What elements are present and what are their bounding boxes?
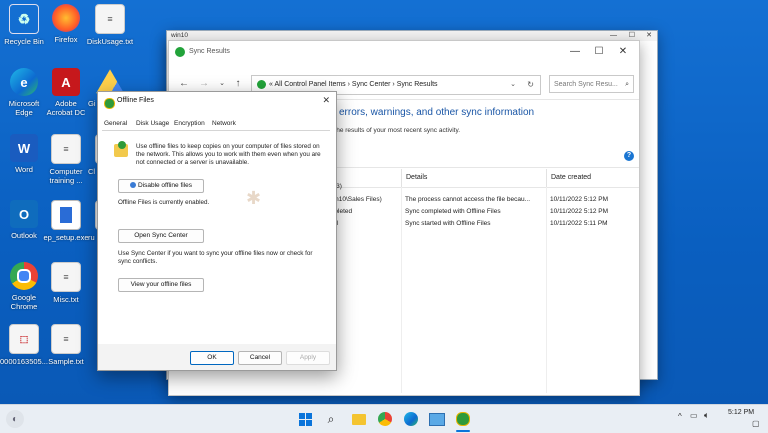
column-header-details[interactable]: Details: [401, 169, 546, 187]
desktop: ♻ Recycle Bin Firefox ≡ DiskUsage.txt e …: [0, 0, 768, 404]
refresh-icon[interactable]: ↻: [527, 76, 534, 94]
open-sync-center-button[interactable]: Open Sync Center: [118, 229, 204, 243]
text-file-icon: ≡: [51, 324, 81, 354]
address-dropdown-icon[interactable]: ⌄: [510, 76, 516, 94]
file-explorer-icon[interactable]: [350, 410, 368, 428]
page-subtext: e the results of your most recent sync a…: [329, 127, 461, 134]
widgets-icon[interactable]: ◐: [6, 410, 24, 428]
control-panel-icon[interactable]: [428, 410, 446, 428]
word-icon: W: [10, 134, 38, 162]
recycle-bin-icon: ♻: [9, 4, 39, 34]
desktop-icon-outlook[interactable]: O Outlook: [0, 200, 48, 240]
edge-icon: e: [10, 68, 38, 96]
desktop-icon-ep-setup[interactable]: ep_setup.exe: [42, 200, 90, 242]
ok-button[interactable]: OK: [190, 351, 234, 365]
taskbar: ◐ ⌕ ^ ▭ 🔈︎ 5:12 PM ▢: [0, 404, 768, 433]
breadcrumb-sync-center[interactable]: Sync Center: [352, 81, 391, 88]
apply-button[interactable]: Apply: [286, 351, 330, 365]
tab-network[interactable]: Network: [212, 119, 236, 129]
desktop-icon-word[interactable]: W Word: [0, 134, 48, 174]
breadcrumb-sync-results[interactable]: Sync Results: [397, 81, 438, 88]
search-icon[interactable]: ⌕: [322, 410, 340, 428]
show-hidden-icons-icon[interactable]: ^: [678, 412, 682, 421]
outer-close-button[interactable]: ✕: [646, 31, 652, 41]
desktop-icon-pdf-file[interactable]: ⬚ 0000163505...: [0, 324, 48, 366]
status-text: Offline Files is currently enabled.: [118, 199, 210, 206]
sync-center-icon[interactable]: [454, 410, 472, 428]
sync-center-icon: [175, 47, 185, 57]
sync-center-icon: [257, 79, 266, 89]
sync-hint-text: Use Sync Center if you want to sync your…: [118, 250, 313, 265]
tab-general[interactable]: General: [104, 119, 128, 130]
shield-icon: [129, 182, 136, 189]
document-icon: ≡: [51, 134, 81, 164]
watermark-icon: ✱: [246, 188, 262, 208]
desktop-icon-diskusage[interactable]: ≡ DiskUsage.txt: [86, 4, 134, 46]
text-file-icon: ≡: [95, 4, 125, 34]
text-file-icon: ≡: [51, 262, 81, 292]
cancel-button[interactable]: Cancel: [238, 351, 282, 365]
minimize-button[interactable]: —: [563, 41, 587, 63]
search-input[interactable]: Search Sync Resu... ⌕: [549, 75, 634, 93]
pdf-file-icon: ⬚: [9, 324, 39, 354]
acrobat-icon: A: [52, 68, 80, 96]
column-header-date-created[interactable]: Date created: [546, 169, 639, 187]
close-button[interactable]: ✕: [611, 41, 635, 63]
desktop-icon-computer-training[interactable]: ≡ Computer training ...: [42, 134, 90, 185]
help-icon[interactable]: ?: [624, 151, 634, 161]
edge-icon[interactable]: [402, 410, 420, 428]
desktop-icon-firefox[interactable]: Firefox: [42, 4, 90, 44]
firefox-icon: [52, 4, 80, 32]
dialog-title: Offline Files: [117, 97, 154, 104]
tab-encryption[interactable]: Encryption: [174, 119, 205, 129]
view-offline-files-button[interactable]: View your offline files: [118, 278, 204, 292]
offline-files-icon: [104, 98, 115, 109]
folder-sync-icon: [114, 141, 128, 157]
installer-icon: [51, 200, 81, 230]
notification-icon[interactable]: ▢: [752, 419, 760, 428]
sync-titlebar: Sync Results — ☐ ✕: [169, 41, 639, 63]
description-text: Use offline files to keep copies on your…: [136, 143, 321, 166]
outlook-icon: O: [10, 200, 38, 228]
network-icon[interactable]: ▭: [690, 411, 698, 420]
desktop-icon-chrome[interactable]: Google Chrome: [0, 262, 48, 311]
dialog-close-button[interactable]: ✕: [322, 95, 330, 106]
sync-window-title: Sync Results: [189, 48, 230, 55]
offline-files-dialog: Offline Files ✕ General Disk Usage Encry…: [97, 91, 337, 371]
tab-disk-usage[interactable]: Disk Usage: [136, 119, 169, 129]
volume-icon[interactable]: 🔈︎: [704, 410, 709, 421]
chrome-icon[interactable]: [376, 410, 394, 428]
breadcrumb-control-panel[interactable]: All Control Panel Items: [274, 81, 345, 88]
maximize-button[interactable]: ☐: [587, 41, 611, 63]
desktop-icon-misc[interactable]: ≡ Misc.txt: [42, 262, 90, 304]
clock-time[interactable]: 5:12 PM: [728, 409, 754, 416]
desktop-icon-recycle-bin[interactable]: ♻ Recycle Bin: [0, 4, 48, 46]
start-icon[interactable]: [296, 410, 314, 428]
chrome-icon: [10, 262, 38, 290]
desktop-icon-acrobat[interactable]: A Adobe Acrobat DC: [42, 68, 90, 117]
desktop-icon-sample[interactable]: ≡ Sample.txt: [42, 324, 90, 366]
search-icon: ⌕: [625, 81, 629, 88]
desktop-icon-edge[interactable]: e Microsoft Edge: [0, 68, 48, 117]
page-heading: w errors, warnings, and other sync infor…: [329, 107, 535, 118]
disable-offline-files-button[interactable]: Disable offline files: [118, 179, 204, 193]
